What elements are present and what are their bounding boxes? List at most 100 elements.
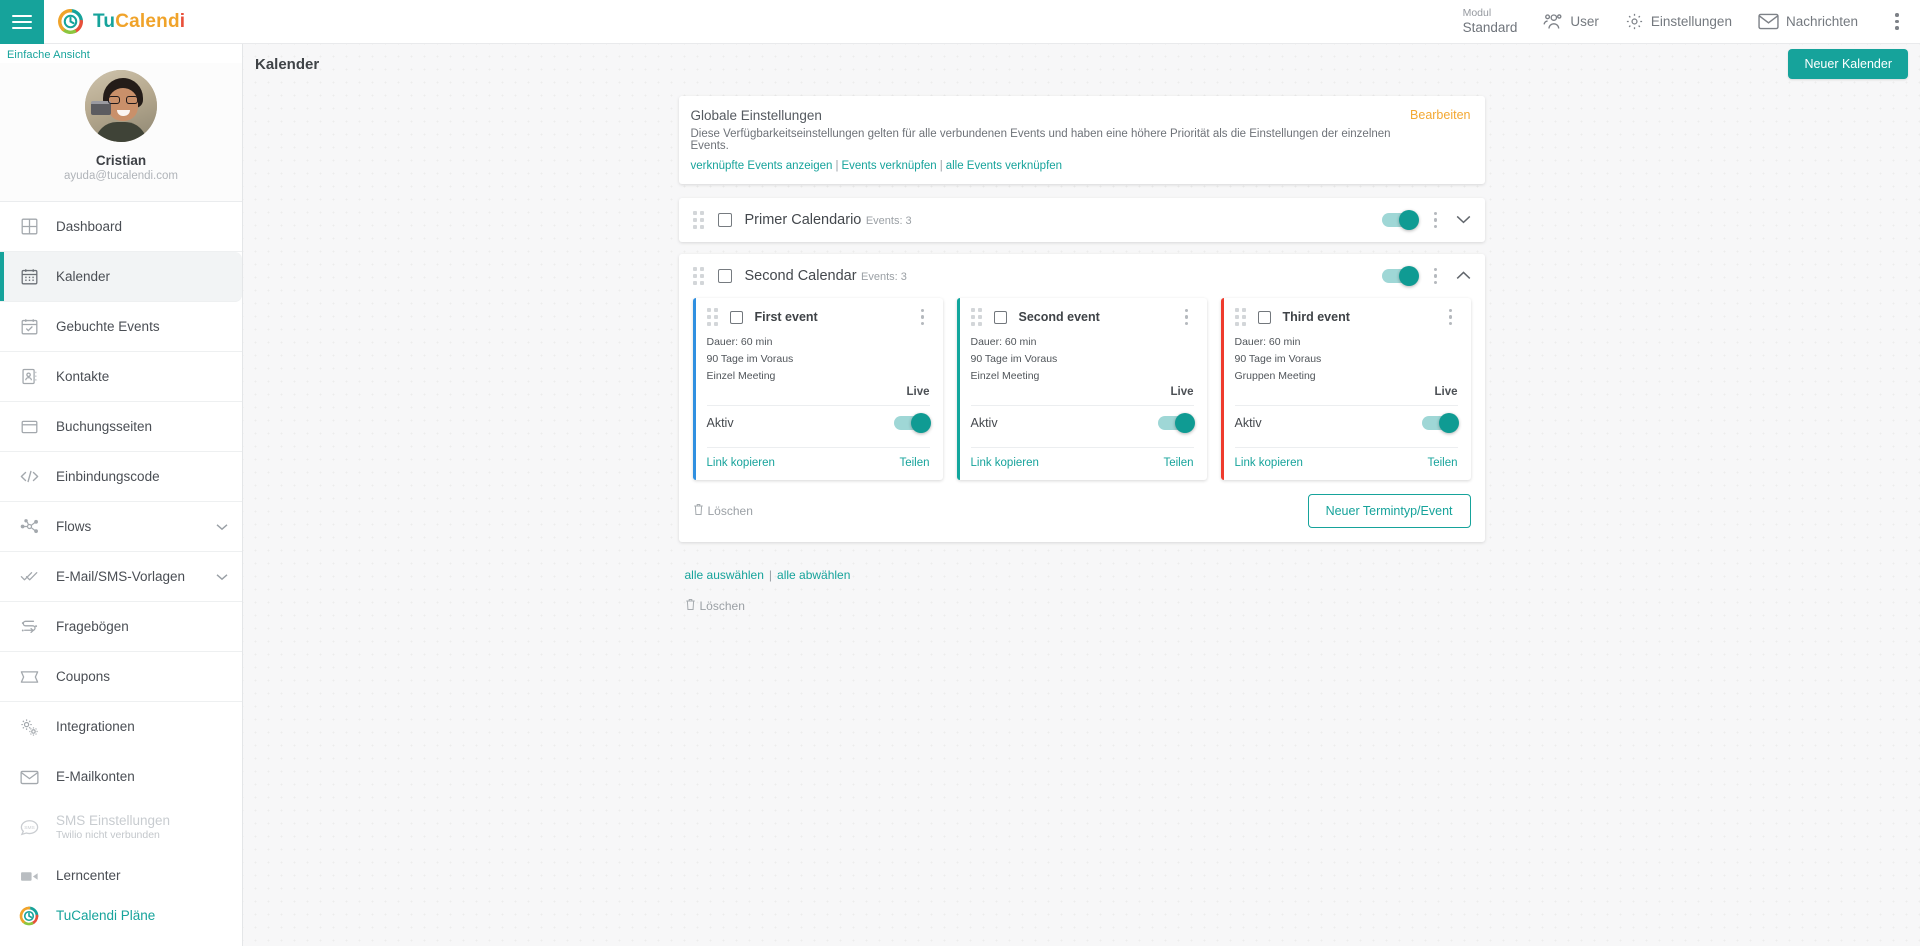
new-calendar-button[interactable]: Neuer Kalender [1788,49,1908,79]
sidebar-item-integrationen-label: Integrationen [56,719,135,735]
trash-icon [685,598,696,614]
sidebar-item-kalender[interactable]: Kalender [0,252,242,302]
sidebar-item-einbindungscode-label: Einbindungscode [56,468,160,484]
global-settings-edit-button[interactable]: Bearbeiten [1394,108,1470,172]
share-button[interactable]: Teilen [1163,457,1193,469]
video-camera-icon [18,870,40,883]
select-all-button[interactable]: alle auswählen [685,568,764,582]
sidebar-item-email-sms-vorlagen[interactable]: E-Mail/SMS-Vorlagen [0,552,242,602]
topbar-item-nachrichten[interactable]: Nachrichten [1758,13,1858,30]
event-duration: Dauer: 60 min [706,336,773,348]
svg-text:SMS: SMS [24,825,34,831]
sidebar-item-flows-label: Flows [56,518,92,534]
drag-handle-icon[interactable] [692,267,705,285]
event-name: Second event [1018,310,1100,324]
sidebar-item-flows[interactable]: Flows [0,502,242,552]
tucalendi-logo-icon [18,906,40,926]
sidebar-item-buchungsseiten-label: Buchungsseiten [56,418,153,434]
sidebar-item-lerncenter[interactable]: Lerncenter [0,856,242,896]
event-checkbox[interactable] [993,310,1007,324]
share-button[interactable]: Teilen [899,457,929,469]
trash-icon [693,503,704,519]
sidebar-item-sms-sublabel: Twilio nicht verbunden [56,829,160,842]
event-status-badge: Live [906,386,930,398]
sidebar-item-emailkonten-label: E-Mailkonten [56,769,135,785]
chevron-down-icon[interactable] [216,569,228,584]
sidebar-item-integrationen[interactable]: Integrationen [0,702,242,752]
global-settings-description: Diese Verfügbarkeitseinstellungen gelten… [690,128,1391,152]
event-active-row: Aktiv [707,406,931,440]
new-event-button[interactable]: Neuer Termintyp/Event [1307,494,1471,528]
bulk-delete-button[interactable]: Löschen [685,598,1485,614]
calendar-kebab-menu-icon[interactable] [1429,211,1443,229]
sidebar-item-einbindungscode[interactable]: Einbindungscode [0,452,242,502]
calendar-header: Primer Calendario Events: 3 [679,198,1485,242]
avatar[interactable] [85,70,157,142]
event-meta: Dauer: 60 min 90 Tage im Voraus Einzel M… [971,334,1194,385]
flow-nodes-icon [18,518,40,535]
sidebar-item-emailkonten[interactable]: E-Mailkonten [0,752,242,802]
sidebar-item-tucalendi-plane[interactable]: TuCalendi Pläne [0,896,242,936]
drag-handle-icon[interactable] [970,308,983,326]
calendar-events-count: Events: 3 [861,271,907,283]
hamburger-menu-icon[interactable] [0,0,44,44]
sidebar-item-coupons[interactable]: Coupons [0,652,242,702]
double-check-icon [18,569,40,584]
event-active-toggle[interactable] [1421,413,1459,433]
drag-handle-icon[interactable] [1234,308,1247,326]
bulk-select-links: alle auswählen | alle abwählen [685,568,1485,582]
bulk-actions: alle auswählen | alle abwählen Löschen [679,554,1485,614]
event-kebab-menu-icon[interactable] [1180,308,1194,326]
drag-handle-icon[interactable] [706,308,719,326]
copy-link-button[interactable]: Link kopieren [971,457,1039,469]
link-alle-events-verknuepfen[interactable]: alle Events verknüpfen [946,160,1062,172]
dashboard-grid-icon [18,218,40,235]
sidebar-item-fragebogen-label: Fragebögen [56,618,129,634]
share-button[interactable]: Teilen [1427,457,1457,469]
envelope-icon [1758,13,1779,30]
chevron-down-icon[interactable] [216,519,228,534]
brand-logo[interactable]: TuCalendi [57,8,185,35]
event-checkbox[interactable] [1257,310,1271,324]
sidebar-item-dashboard-label: Dashboard [56,218,123,234]
event-type: Einzel Meeting [706,370,776,382]
calendar-checkbox[interactable] [717,269,732,283]
topbar-item-user[interactable]: User [1543,12,1599,30]
event-kebab-menu-icon[interactable] [1444,308,1458,326]
calendar-enabled-toggle[interactable] [1381,209,1419,230]
link-verknuepfte-events-anzeigen[interactable]: verknüpfte Events anzeigen [691,160,833,172]
global-settings-card: Globale Einstellungen Diese Verfügbarkei… [678,96,1485,184]
calendar-kebab-menu-icon[interactable] [1429,267,1443,285]
sidebar-item-kontakte-label: Kontakte [56,368,110,384]
event-active-toggle[interactable] [1157,413,1195,433]
kebab-menu-icon[interactable] [1888,13,1906,30]
copy-link-button[interactable]: Link kopieren [707,457,775,469]
sidebar-nav: Dashboard Kalender Gebuchte Events Konta… [0,202,242,856]
event-kebab-menu-icon[interactable] [916,308,930,326]
calendar-enabled-toggle[interactable] [1381,265,1419,286]
drag-handle-icon[interactable] [692,211,705,229]
profile-block: Cristian ayuda@tucalendi.com [0,63,242,202]
deselect-all-button[interactable]: alle abwählen [777,568,850,582]
calendar-checkbox[interactable] [717,213,732,227]
topbar-item-einstellungen[interactable]: Einstellungen [1625,12,1732,31]
link-events-verknuepfen[interactable]: Events verknüpfen [841,160,936,172]
simple-view-link[interactable]: Einfache Ansicht [0,44,242,63]
event-meta: Dauer: 60 min 90 Tage im Voraus Einzel M… [707,334,930,385]
sidebar-item-buchungsseiten[interactable]: Buchungsseiten [0,402,242,452]
sidebar-item-fragebogen[interactable]: Fragebögen [0,602,242,652]
sidebar-item-kontakte[interactable]: Kontakte [0,352,242,402]
chevron-down-icon[interactable] [1456,215,1471,224]
users-icon [1543,12,1563,30]
calendar-delete-button[interactable]: Löschen [693,503,753,519]
sidebar-item-sms-einstellungen[interactable]: SMS SMS Einstellungen Twilio nicht verbu… [0,802,242,852]
sidebar-item-dashboard[interactable]: Dashboard [0,202,242,252]
copy-link-button[interactable]: Link kopieren [1235,457,1303,469]
event-advance: 90 Tage im Voraus [706,353,794,365]
global-settings-text: Globale Einstellungen Diese Verfügbarkei… [691,108,1395,172]
chevron-up-icon[interactable] [1456,271,1471,280]
event-active-toggle[interactable] [893,413,931,433]
event-checkbox[interactable] [729,310,743,324]
sidebar-item-gebuchte-events[interactable]: Gebuchte Events [0,302,242,352]
main-content: Kalender Neuer Kalender Globale Einstell… [243,44,1920,946]
